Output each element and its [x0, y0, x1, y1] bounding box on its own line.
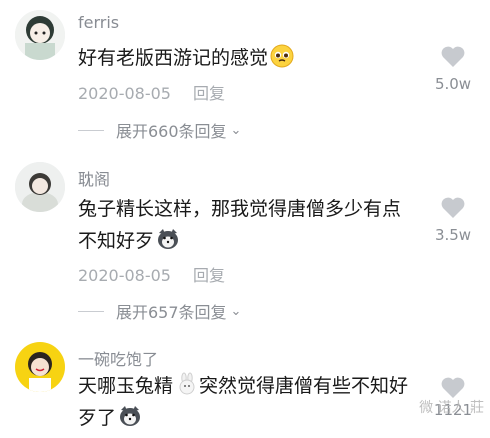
- husky-emoji-icon: [156, 227, 180, 251]
- divider-line: [78, 129, 104, 131]
- husky-emoji-icon: [118, 404, 142, 428]
- comment-text: 好有老版西游记的感觉: [78, 42, 418, 74]
- comment-text: 兔子精长这样，那我觉得唐僧多少有点不知好歹: [78, 193, 418, 257]
- heart-icon: [441, 46, 465, 67]
- expand-replies-button[interactable]: 展开660条回复 ⌄: [78, 118, 241, 142]
- expand-replies-label: 展开657条回复: [116, 303, 227, 322]
- username[interactable]: 耽阁: [78, 166, 110, 190]
- username[interactable]: 一碗吃饱了: [78, 346, 158, 370]
- comment-date: 2020-08-05: [78, 266, 171, 285]
- expand-replies-label: 展开660条回复: [116, 122, 227, 141]
- comment-text-part1: 天哪玉兔精: [78, 375, 174, 397]
- reply-button[interactable]: 回复: [193, 84, 225, 103]
- avatar[interactable]: [15, 342, 65, 392]
- comment-meta: 2020-08-05 回复: [78, 262, 225, 286]
- avatar[interactable]: [15, 10, 65, 60]
- rabbit-emoji-icon: [175, 372, 199, 396]
- pleading-face-emoji-icon: [270, 44, 294, 68]
- avatar[interactable]: [15, 162, 65, 212]
- comment-meta: 2020-08-05 回复: [78, 80, 225, 104]
- divider-line: [78, 310, 104, 312]
- chevron-down-icon: ⌄: [230, 303, 242, 319]
- like-button[interactable]: 3.5w: [430, 196, 476, 244]
- username[interactable]: ferris: [78, 13, 119, 32]
- comment-text-content: 好有老版西游记的感觉: [78, 47, 269, 69]
- heart-icon: [441, 197, 465, 218]
- like-button[interactable]: 5.0w: [430, 45, 476, 93]
- chevron-down-icon: ⌄: [230, 122, 242, 138]
- like-count: 3.5w: [434, 226, 472, 244]
- watermark: 微 诺人 莊: [419, 400, 484, 416]
- comment-text: 天哪玉兔精 突然觉得唐僧有些不知好歹了: [78, 370, 418, 434]
- comment-date: 2020-08-05: [78, 84, 171, 103]
- reply-button[interactable]: 回复: [193, 266, 225, 285]
- expand-replies-button[interactable]: 展开657条回复 ⌄: [78, 299, 241, 323]
- comment-text-content: 兔子精长这样，那我觉得唐僧多少有点不知好歹: [78, 198, 402, 252]
- like-count: 5.0w: [434, 75, 472, 93]
